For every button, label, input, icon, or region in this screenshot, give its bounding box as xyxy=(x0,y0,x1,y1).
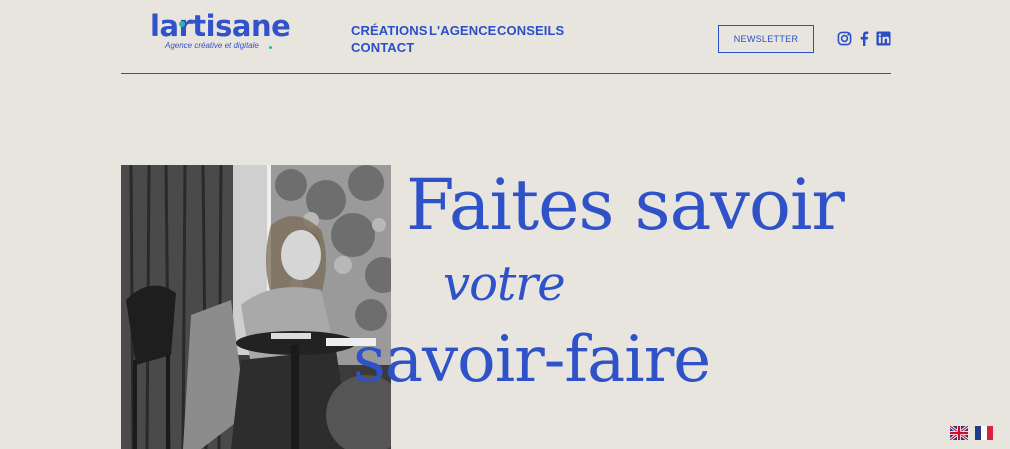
nav-item-conseils[interactable]: CONSEILS xyxy=(497,23,564,38)
nav-item-creations[interactable]: CRÉATIONS xyxy=(351,23,428,38)
uk-flag-icon[interactable] xyxy=(950,426,968,440)
linkedin-icon[interactable] xyxy=(876,31,891,46)
logo-tagline: Agence créative et digitale xyxy=(165,41,259,50)
hero-photo xyxy=(121,165,391,449)
hero-headline-line1: Faites savoir xyxy=(406,164,845,246)
logo-accent-dot xyxy=(179,21,185,27)
hero-headline-line3: savoir-faire xyxy=(353,323,711,397)
logo-tagline-dot xyxy=(269,46,272,49)
logo[interactable]: lartisane Agence créative et digitale xyxy=(150,9,291,54)
hero-headline-line2: votre xyxy=(443,256,566,312)
nav-item-agence[interactable]: L'AGENCE xyxy=(429,23,496,38)
logo-wordmark: lartisane xyxy=(150,9,291,43)
fr-flag-icon[interactable] xyxy=(975,426,993,440)
newsletter-button[interactable]: NEWSLETTER xyxy=(718,25,814,53)
facebook-icon[interactable] xyxy=(857,31,872,46)
instagram-icon[interactable] xyxy=(837,31,852,46)
nav-item-contact[interactable]: CONTACT xyxy=(351,40,414,55)
header-divider xyxy=(121,73,891,74)
